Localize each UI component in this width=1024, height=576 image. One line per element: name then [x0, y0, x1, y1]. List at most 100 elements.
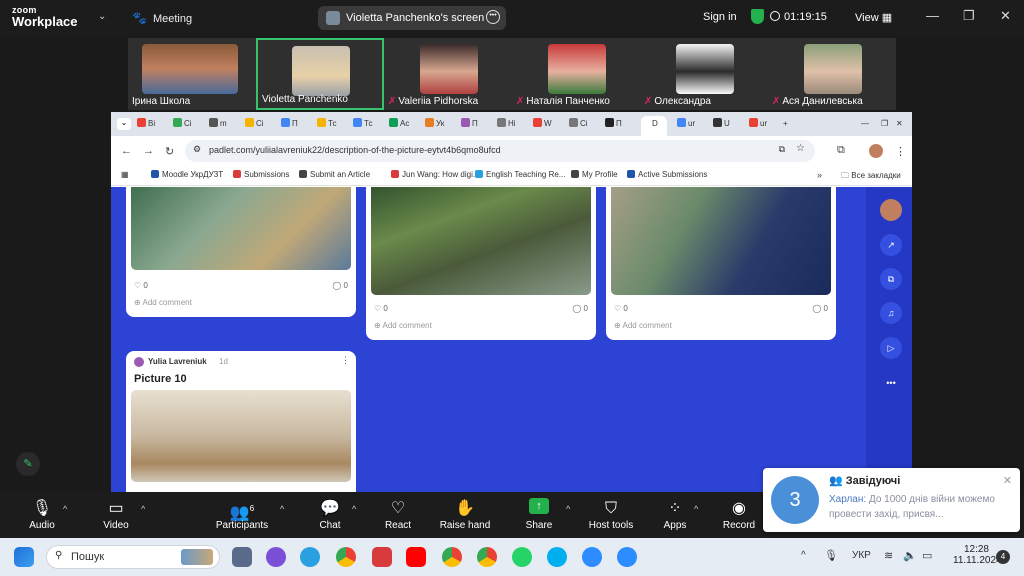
bell-icon[interactable]: ♫	[880, 302, 902, 324]
star-icon[interactable]: ☆	[796, 143, 805, 154]
bookmark-item[interactable]: English Teaching Re...	[475, 170, 565, 179]
participant-tile[interactable]: ✗ Ася Данилевська	[768, 38, 896, 110]
play-icon[interactable]: ▷	[880, 337, 902, 359]
add-comment-button[interactable]: ⊕ Add comment	[614, 321, 672, 330]
like-icon[interactable]: ♡ 0	[614, 304, 628, 313]
raise-hand-button[interactable]: ✋ Raise hand	[435, 498, 495, 531]
wifi-icon[interactable]: ≋	[884, 549, 893, 562]
participant-tile[interactable]: Ірина Школа	[128, 38, 256, 110]
browser-tab[interactable]: W	[533, 116, 559, 132]
chevron-up-icon[interactable]: ^	[141, 504, 145, 514]
tab-search-icon[interactable]: ⌄	[117, 118, 131, 130]
chat-notification[interactable]: 3 👥 Завідуючі Харлан: До 1000 днів війни…	[763, 468, 1020, 532]
chat-button[interactable]: 💬 Chat	[300, 498, 360, 531]
record-button[interactable]: ◉ Record	[709, 498, 769, 531]
browser-tab[interactable]: Нi	[497, 116, 523, 132]
like-icon[interactable]: ♡ 0	[134, 281, 148, 290]
chevron-up-icon[interactable]: ^	[352, 504, 356, 514]
taskbar-search[interactable]: ⚲ Пошук	[46, 545, 220, 569]
bookmark-item[interactable]: Jun Wang: How digi...	[391, 170, 480, 179]
close-icon[interactable]: ✕	[1000, 8, 1011, 24]
browser-tab[interactable]: D	[641, 116, 667, 136]
more-bookmarks-icon[interactable]: »	[817, 170, 822, 180]
back-icon[interactable]: ←	[121, 145, 132, 157]
comment-icon[interactable]: ◯ 0	[332, 281, 348, 290]
chevron-up-icon[interactable]: ^	[280, 504, 284, 514]
browser-tab[interactable]: U	[713, 116, 739, 132]
language-indicator[interactable]: УКР	[852, 550, 871, 561]
participant-tile[interactable]: ✗ Олександра	[640, 38, 768, 110]
apps-button[interactable]: ⁘ Apps	[645, 498, 705, 531]
share-button[interactable]: ↑ Share	[509, 498, 569, 531]
browser-tab[interactable]: ur	[677, 116, 703, 132]
share-icon[interactable]: ↗	[880, 234, 902, 256]
more-icon[interactable]: •••	[880, 372, 902, 394]
user-avatar[interactable]	[880, 199, 902, 221]
browser-tab[interactable]: Тс	[353, 116, 379, 132]
new-tab-button[interactable]: +	[783, 116, 809, 132]
annotate-pencil-icon[interactable]: ✎	[16, 452, 40, 476]
sign-in-link[interactable]: Sign in	[703, 11, 737, 23]
like-icon[interactable]: ♡ 0	[374, 304, 388, 313]
browser-tab[interactable]: Сі	[569, 116, 595, 132]
bookmark-item[interactable]: My Profile	[571, 170, 618, 179]
remake-icon[interactable]: ⧉	[880, 268, 902, 290]
audio-button[interactable]: 🎙 Audio	[12, 498, 72, 531]
chevron-down-icon[interactable]: ⌄	[98, 11, 106, 22]
battery-icon[interactable]: ▭	[922, 549, 932, 562]
youtube-icon[interactable]	[406, 547, 426, 567]
clock[interactable]: 12:28 11.11.2024	[953, 544, 1002, 566]
url-input[interactable]: ⚙ padlet.com/yuliialavreniuk22/descripti…	[185, 140, 815, 162]
bookmark-item[interactable]: Submissions	[233, 170, 289, 179]
chevron-up-icon[interactable]: ^	[801, 550, 806, 561]
browser-tab[interactable]: ur	[749, 116, 775, 132]
viber-icon[interactable]	[266, 547, 286, 567]
shield-icon[interactable]	[751, 9, 764, 24]
profile-avatar[interactable]	[869, 144, 883, 158]
zoom-icon[interactable]	[617, 547, 637, 567]
browser-tab[interactable]: П	[461, 116, 487, 132]
close-icon[interactable]: ✕	[896, 116, 922, 132]
host-tools-button[interactable]: ⛉ Host tools	[581, 498, 641, 531]
bookmark-item[interactable]: Submit an Article	[299, 170, 370, 179]
chrome-profile-icon[interactable]	[477, 547, 497, 567]
close-icon[interactable]: ✕	[1003, 474, 1012, 487]
participant-tile[interactable]: Violetta Panchenko	[256, 38, 384, 110]
browser-tab[interactable]: Сі	[173, 116, 199, 132]
post-menu-icon[interactable]: ⋮	[341, 355, 350, 366]
minimize-icon[interactable]: —	[926, 8, 939, 23]
pdf-icon[interactable]	[372, 547, 392, 567]
telegram-icon[interactable]	[300, 547, 320, 567]
padlet-card[interactable]: Yulia Lavreniuk 1d ⋮ Picture 10	[126, 351, 356, 492]
browser-tab[interactable]: m	[209, 116, 235, 132]
extensions-icon[interactable]: ⧉	[837, 144, 845, 157]
participant-tile[interactable]: ✗ Valeriia Pidhorska	[384, 38, 512, 110]
chrome-icon[interactable]	[336, 547, 356, 567]
restore-icon[interactable]: ❐	[963, 8, 975, 24]
notification-badge[interactable]: 4	[996, 550, 1010, 564]
padlet-card[interactable]: ♡ 0 ◯ 0 ⊕ Add comment	[606, 187, 836, 340]
view-menu[interactable]: View ▦	[855, 11, 892, 24]
participants-button[interactable]: 👥6 Participants	[212, 498, 272, 531]
video-button[interactable]: ▭ Video	[86, 498, 146, 531]
forward-icon[interactable]: →	[143, 145, 154, 157]
bookmark-item[interactable]: Moodle УкрДУЗТ	[151, 170, 223, 179]
comment-icon[interactable]: ◯ 0	[572, 304, 588, 313]
chrome-profile-icon[interactable]	[442, 547, 462, 567]
skype-icon[interactable]	[547, 547, 567, 567]
menu-icon[interactable]: ⋮	[895, 145, 906, 158]
chevron-up-icon[interactable]: ^	[63, 504, 67, 514]
bookmark-item[interactable]: Active Submissions	[627, 170, 707, 179]
browser-tab[interactable]: П	[605, 116, 631, 132]
padlet-card[interactable]: ♡ 0 ◯ 0 ⊕ Add comment	[366, 187, 596, 340]
browser-tab[interactable]: Ук	[425, 116, 451, 132]
browser-tab[interactable]: Ас	[389, 116, 415, 132]
all-bookmarks[interactable]: 🗀 Все закладки	[841, 170, 901, 184]
browser-tab[interactable]: Сі	[245, 116, 271, 132]
cast-icon[interactable]: ⧉	[779, 144, 785, 155]
comment-icon[interactable]: ◯ 0	[812, 304, 828, 313]
whatsapp-icon[interactable]	[512, 547, 532, 567]
microphone-icon[interactable]: 🎙	[824, 549, 838, 562]
participant-tile[interactable]: ✗ Наталія Панченко	[512, 38, 640, 110]
padlet-card[interactable]: ♡ 0 ◯ 0 ⊕ Add comment	[126, 187, 356, 317]
